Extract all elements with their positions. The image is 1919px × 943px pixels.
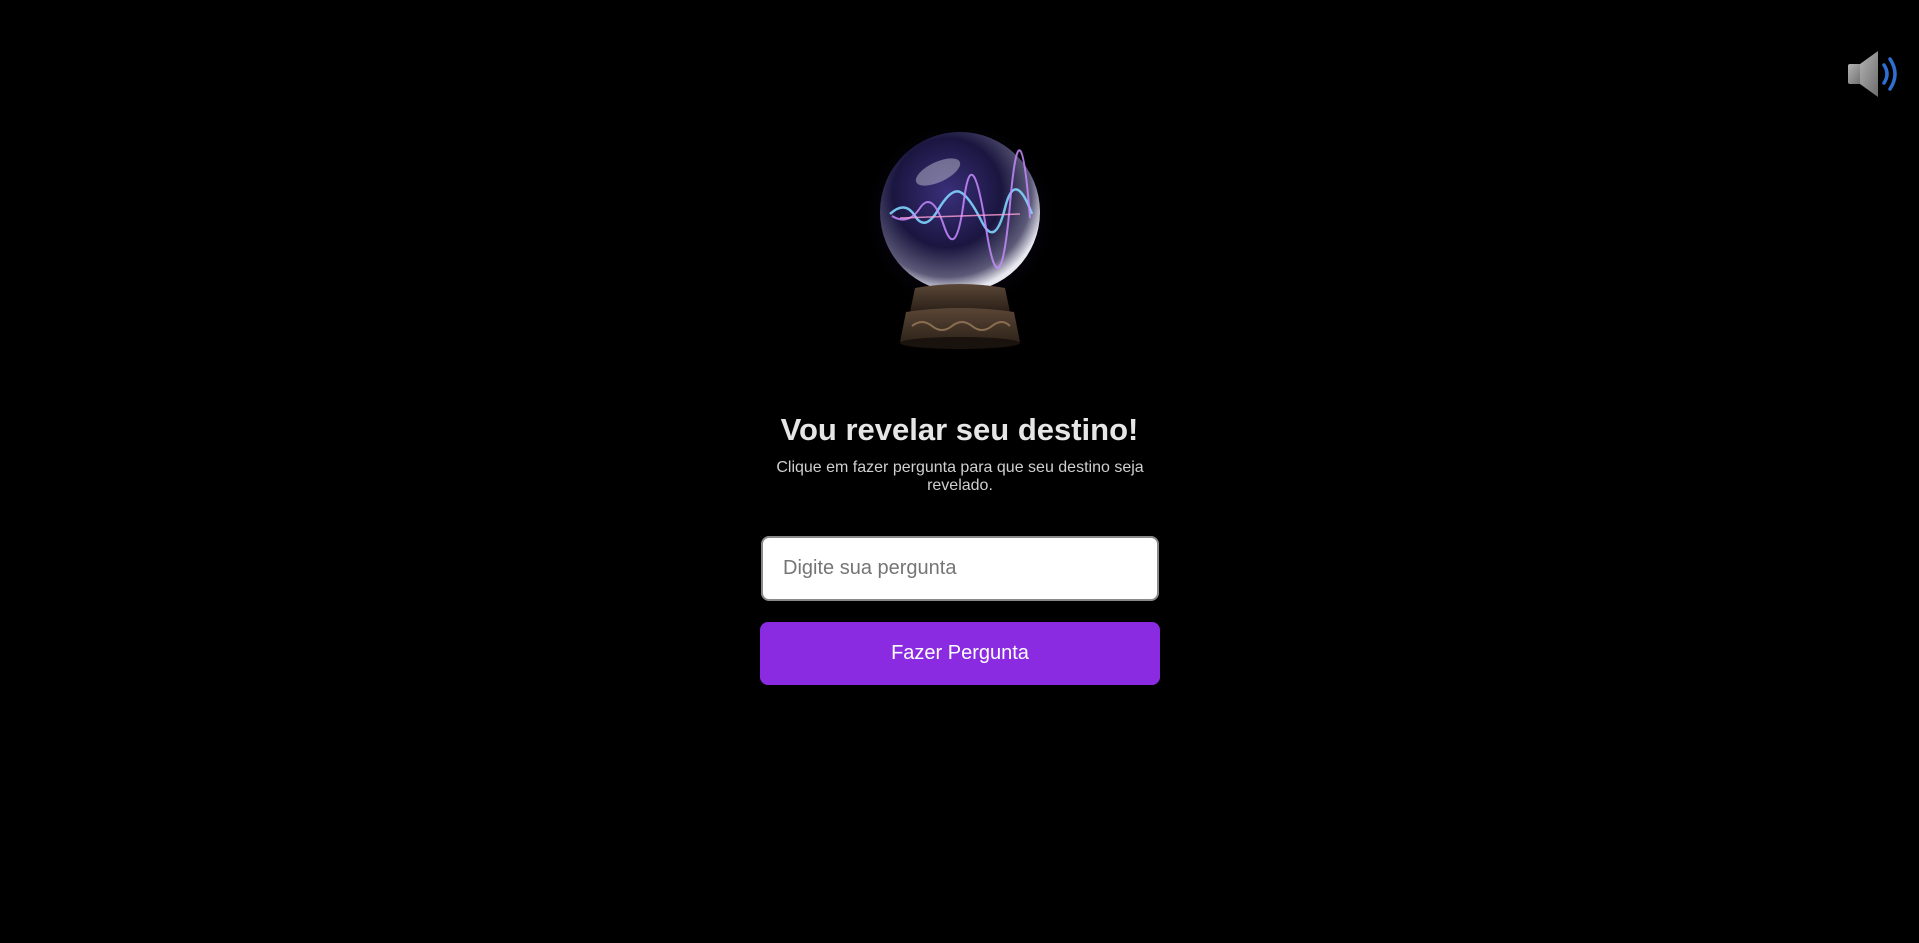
crystal-ball-icon bbox=[860, 130, 1060, 349]
question-input[interactable] bbox=[761, 536, 1159, 601]
page-title: Vou revelar seu destino! bbox=[780, 412, 1139, 447]
page-subtitle: Clique em fazer pergunta para que seu de… bbox=[776, 459, 1144, 494]
page: Vou revelar seu destino! Clique em fazer… bbox=[0, 0, 1919, 943]
crystal-ball-image bbox=[860, 130, 1060, 360]
speaker-volume-icon bbox=[1848, 51, 1897, 97]
sound-toggle-button[interactable] bbox=[1846, 48, 1904, 100]
ask-question-button[interactable]: Fazer Pergunta bbox=[760, 622, 1160, 685]
